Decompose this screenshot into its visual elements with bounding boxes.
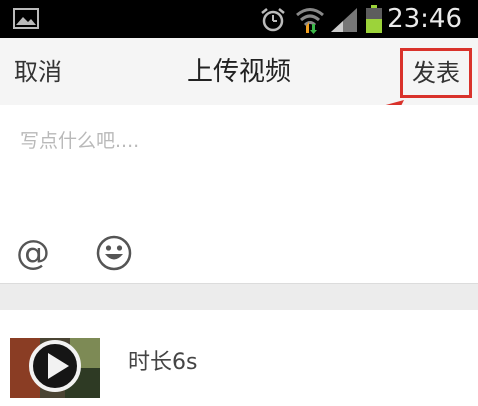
video-thumbnail[interactable] [10,338,100,398]
alarm-icon [261,8,285,32]
at-icon[interactable]: @ [15,235,51,271]
gallery-icon [13,8,39,29]
compose-area: 写点什么吧.... @ [0,105,478,283]
video-duration: 时长6s [128,350,198,375]
video-attachment: 时长6s [0,310,478,406]
video-thumbnail-image [10,338,100,398]
emoji-icon[interactable] [96,235,132,271]
section-divider [0,283,478,311]
clock-time: 23:46 [387,4,462,34]
wifi-icon [296,8,324,34]
post-text-input[interactable]: 写点什么吧.... [20,127,139,155]
status-bar: 23:46 [0,0,478,38]
publish-button[interactable]: 发表 [403,51,469,95]
signal-icon [331,8,357,32]
battery-icon [366,5,382,33]
publish-highlight-box: 发表 [400,48,472,98]
